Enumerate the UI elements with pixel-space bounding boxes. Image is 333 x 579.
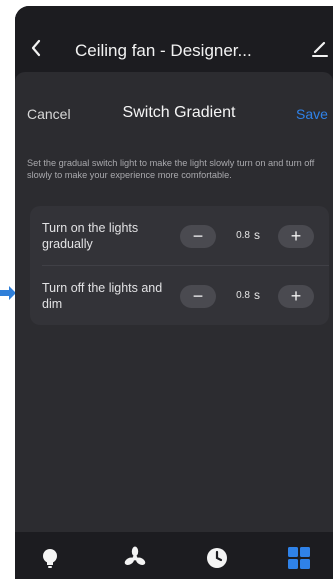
top-bar: Ceiling fan - Designer... (15, 6, 333, 76)
duration-stepper: − 0.8 s + (180, 225, 314, 248)
stepper-unit: s (254, 228, 260, 242)
decrement-button[interactable]: − (180, 225, 216, 248)
duration-stepper: − 0.8 s + (180, 285, 314, 308)
pencil-icon[interactable] (312, 38, 328, 58)
description-text: Set the gradual switch light to make the… (27, 158, 315, 180)
bottom-nav (15, 532, 333, 579)
sheet-title: Switch Gradient (122, 104, 236, 121)
device-title: Ceiling fan - Designer... (75, 41, 252, 60)
clock-icon[interactable] (205, 546, 229, 570)
fan-icon[interactable] (123, 546, 147, 570)
setting-label: Turn off the lights and dim (42, 281, 163, 311)
lightbulb-icon[interactable] (38, 546, 62, 570)
settings-card: Turn on the lights gradually − 0.8 s + T… (30, 206, 329, 325)
increment-button[interactable]: + (278, 225, 314, 248)
chevron-left-icon[interactable] (29, 38, 43, 58)
increment-button[interactable]: + (278, 285, 314, 308)
app-screen: Ceiling fan - Designer... Cancel Switch … (15, 6, 333, 579)
pointer-arrow-icon (0, 286, 16, 300)
setting-row-turn-on: Turn on the lights gradually − 0.8 s + (30, 206, 329, 265)
grid-icon[interactable] (287, 546, 311, 570)
switch-gradient-sheet: Cancel Switch Gradient Save Set the grad… (15, 72, 333, 532)
stepper-unit: s (254, 288, 260, 302)
stepper-value: 0.8 (236, 290, 250, 301)
decrement-button[interactable]: − (180, 285, 216, 308)
stepper-value: 0.8 (236, 230, 250, 241)
save-button[interactable]: Save (296, 106, 328, 122)
setting-row-turn-off: Turn off the lights and dim − 0.8 s + (30, 266, 329, 325)
setting-label: Turn on the lights gradually (42, 221, 139, 251)
